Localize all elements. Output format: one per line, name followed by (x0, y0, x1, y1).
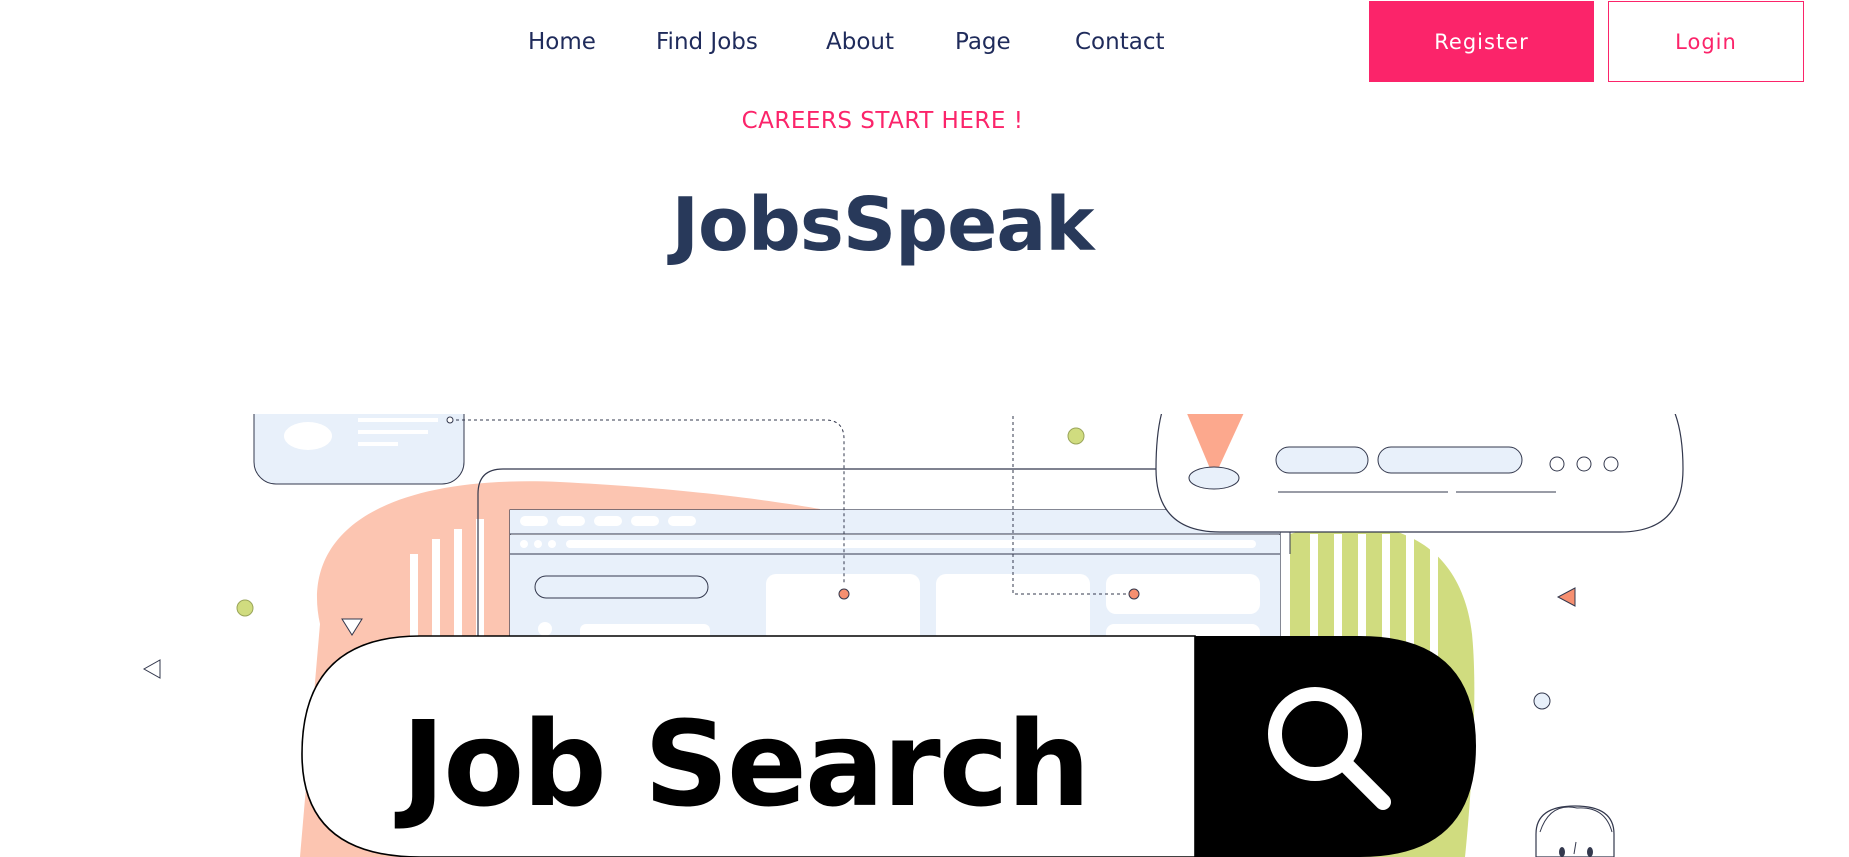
person-illustration (1535, 805, 1615, 857)
triangle-decoration (1556, 587, 1576, 607)
lime-dot (236, 599, 254, 617)
top-nav: Home Find Jobs About Page Contact Regist… (0, 0, 1849, 84)
nav-link-about[interactable]: About (826, 26, 894, 58)
lime-dot (1067, 427, 1085, 445)
hero-illustration: Job Search (0, 414, 1849, 857)
nav-link-find-jobs[interactable]: Find Jobs (656, 26, 758, 58)
nav-link-page[interactable]: Page (955, 26, 1011, 58)
profile-card-illustration (253, 414, 465, 485)
nav-link-contact[interactable]: Contact (1075, 26, 1164, 58)
search-bar-text: Job Search (401, 695, 1090, 833)
hero-title: JobsSpeak (671, 182, 1095, 268)
login-button[interactable]: Login (1608, 1, 1804, 82)
triangle-decoration (142, 659, 161, 679)
nav-link-home[interactable]: Home (528, 26, 596, 58)
blue-dot (1533, 692, 1551, 710)
hero-tagline: CAREERS START HERE ! (741, 108, 1024, 134)
register-button[interactable]: Register (1369, 1, 1594, 82)
